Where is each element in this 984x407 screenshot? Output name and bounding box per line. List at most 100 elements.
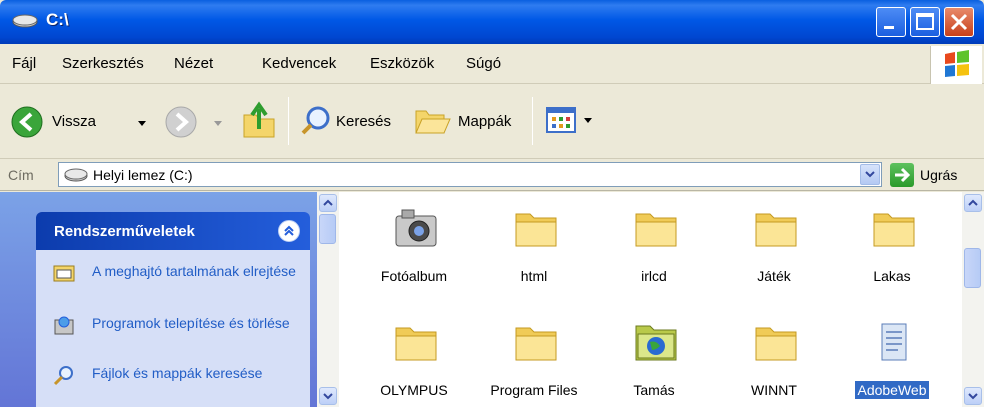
window-title: C:\ [46, 10, 69, 29]
toolbar-separator [288, 97, 289, 145]
menu-file[interactable]: Fájl [12, 55, 36, 72]
system-tasks-body: A meghajtó tartalmának elrejtése Program… [36, 250, 310, 407]
file-name: WINNT [751, 382, 797, 398]
file-name: Program Files [490, 382, 578, 398]
folder-icon [755, 213, 797, 247]
file-name: irlcd [641, 268, 667, 284]
document-icon [881, 323, 907, 361]
collapse-button[interactable] [278, 220, 300, 242]
system-tasks-header[interactable]: Rendszerműveletek [36, 212, 310, 250]
folder-icon [395, 327, 437, 361]
chevron-down-icon [323, 393, 333, 400]
scroll-up-button[interactable] [964, 194, 982, 212]
back-arrow-icon [11, 106, 43, 138]
minimize-icon [884, 26, 894, 29]
menu-bar: Fájl Szerkesztés Nézet Kedvencek Eszközö… [0, 44, 984, 84]
forward-button[interactable] [164, 101, 228, 141]
file-name: html [520, 268, 548, 284]
drive-icon [12, 14, 38, 28]
up-folder-button[interactable] [240, 99, 280, 143]
file-name: Fotóalbum [380, 268, 448, 284]
folders-label: Mappák [458, 113, 512, 130]
back-button[interactable]: Vissza [8, 101, 158, 141]
close-icon [950, 13, 968, 31]
chevron-down-icon [865, 171, 875, 178]
selected-label: AdobeWeb [855, 381, 929, 399]
task-link-hide-contents[interactable]: A meghajtó tartalmának elrejtése [92, 262, 296, 281]
folder-icon [515, 213, 557, 247]
task-link-add-remove-programs[interactable]: Programok telepítése és törlése [92, 314, 290, 333]
file-item-winnt[interactable]: WINNT [719, 320, 829, 407]
address-bar: Cím Helyi lemez (C:) Ugrás [0, 159, 984, 191]
go-button[interactable] [890, 163, 914, 187]
views-dropdown-icon[interactable] [584, 118, 592, 123]
scroll-down-button[interactable] [319, 387, 337, 405]
address-value: Helyi lemez (C:) [93, 167, 193, 183]
folders-button[interactable]: Mappák [414, 101, 524, 141]
folder-icon [755, 327, 797, 361]
menu-tools[interactable]: Eszközök [370, 55, 434, 72]
camera-icon [395, 209, 437, 247]
forward-dropdown-icon[interactable] [214, 121, 222, 126]
globe-folder-icon [635, 325, 677, 361]
hide-contents-icon [53, 265, 75, 282]
left-scrollbar[interactable] [317, 192, 339, 407]
maximize-icon [916, 13, 934, 30]
system-tasks-title: Rendszerműveletek [54, 223, 195, 240]
maximize-button[interactable] [910, 7, 940, 37]
file-name: OLYMPUS [380, 382, 448, 398]
address-label: Cím [8, 167, 34, 183]
file-name: Tamás [633, 382, 675, 398]
task-pane: Rendszerműveletek A meghajtó tartalmának… [0, 192, 317, 407]
menu-edit[interactable]: Szerkesztés [62, 55, 144, 72]
menu-favorites[interactable]: Kedvencek [262, 55, 336, 72]
file-item-fotoalbum[interactable]: Fotóalbum [359, 206, 469, 302]
scroll-thumb[interactable] [964, 248, 981, 288]
file-item-jatek[interactable]: Játék [719, 206, 829, 302]
search-label: Keresés [336, 113, 392, 130]
toolbar: Vissza Keresés Mappák [0, 85, 984, 159]
folders-icon [415, 110, 451, 134]
title-bar[interactable]: C:\ [0, 0, 984, 44]
file-item-adobeweb[interactable]: AdobeWeb [837, 320, 947, 407]
back-dropdown-icon[interactable] [138, 121, 146, 126]
search-button[interactable]: Keresés [300, 101, 410, 141]
drive-icon [64, 168, 88, 182]
right-scrollbar[interactable] [962, 192, 984, 407]
chevron-up-icon [968, 199, 978, 206]
close-button[interactable] [944, 7, 974, 37]
file-name: Lakas [873, 268, 911, 284]
address-dropdown-button[interactable] [860, 164, 880, 185]
views-button[interactable] [544, 103, 600, 141]
chevron-up-icon [323, 199, 333, 206]
file-name-selected: AdobeWeb [837, 381, 947, 399]
task-link-search-files[interactable]: Fájlok és mappák keresése [92, 364, 262, 383]
go-arrow-icon [895, 167, 911, 183]
add-remove-programs-icon [54, 316, 74, 335]
folder-icon [515, 327, 557, 361]
file-item-html[interactable]: html [479, 206, 589, 302]
minimize-button[interactable] [876, 7, 906, 37]
chevron-down-icon [968, 393, 978, 400]
back-label: Vissza [52, 113, 96, 130]
toolbar-separator [532, 97, 533, 145]
file-item-irlcd[interactable]: irlcd [599, 206, 709, 302]
windows-flag-icon [945, 50, 969, 77]
address-input[interactable]: Helyi lemez (C:) [58, 162, 882, 187]
file-item-olympus[interactable]: OLYMPUS [359, 320, 469, 407]
scroll-thumb[interactable] [319, 214, 336, 244]
file-item-tamas[interactable]: Tamás [599, 320, 709, 407]
scroll-up-button[interactable] [319, 194, 337, 212]
go-label[interactable]: Ugrás [920, 167, 957, 183]
forward-arrow-icon [165, 106, 197, 138]
menu-view[interactable]: Nézet [174, 55, 213, 72]
file-name: Játék [757, 268, 791, 284]
search-icon [53, 366, 73, 386]
scroll-down-button[interactable] [964, 387, 982, 405]
file-view: Fotóalbum html irlcd Játék Lakas OLYMPUS… [317, 192, 984, 407]
menu-help[interactable]: Súgó [466, 55, 501, 72]
views-icon [546, 107, 576, 133]
file-item-program-files[interactable]: Program Files [479, 320, 589, 407]
windows-logo [930, 46, 982, 84]
file-item-lakas[interactable]: Lakas [837, 206, 947, 302]
